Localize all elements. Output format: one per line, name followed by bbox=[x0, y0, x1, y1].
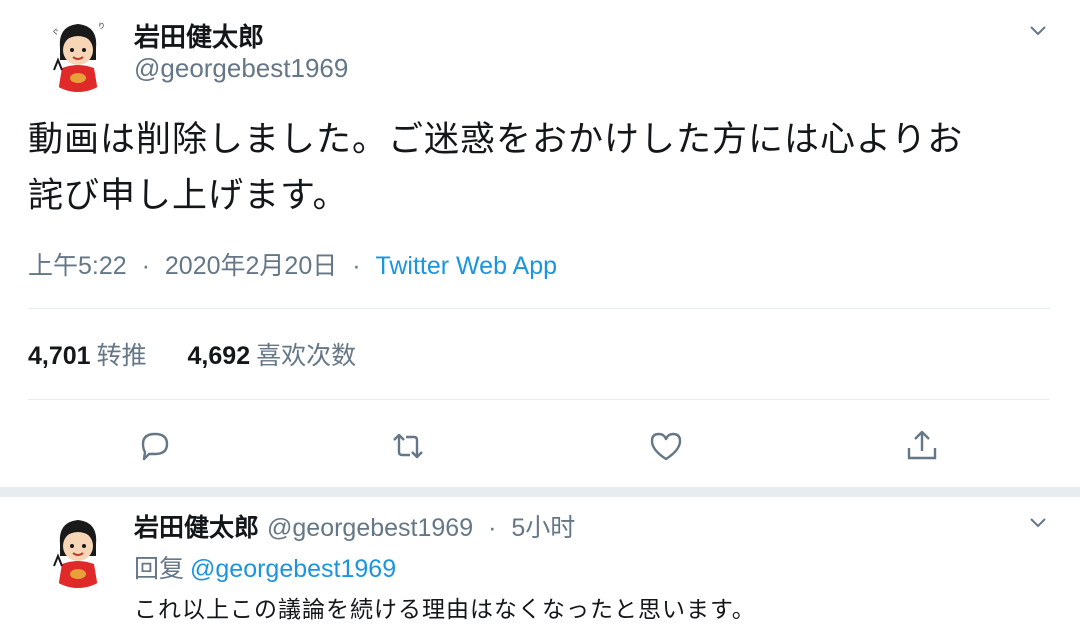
reply-time[interactable]: 5小时 bbox=[511, 514, 575, 542]
reply-header: 岩田健太郎 @georgebest1969 · 5小时 bbox=[134, 508, 575, 544]
main-tweet: ぐ り 岩田健太郎 @georgebest1969 動画は削除しました。ご迷惑を… bbox=[0, 0, 1080, 487]
separator-dot: · bbox=[352, 252, 361, 280]
tweet-text-line: 詫び申し上げます。 bbox=[28, 176, 349, 215]
divider bbox=[28, 308, 1050, 309]
replying-label: 回复 bbox=[134, 555, 185, 583]
retweets-count: 4,701 bbox=[28, 342, 91, 370]
likes-label: 喜欢次数 bbox=[256, 342, 357, 370]
user-handle[interactable]: @georgebest1969 bbox=[134, 53, 348, 84]
svg-text:り: り bbox=[98, 22, 105, 30]
tweet-separator bbox=[0, 487, 1080, 497]
mention-link[interactable]: @georgebest1969 bbox=[190, 555, 396, 583]
source-app-link[interactable]: Twitter Web App bbox=[375, 252, 557, 280]
separator-dot: · bbox=[488, 514, 497, 542]
tweet-meta: 上午5:22 · 2020年2月20日 · Twitter Web App bbox=[28, 246, 557, 282]
like-icon[interactable] bbox=[646, 426, 686, 466]
avatar-illustration: ぐ り bbox=[38, 12, 118, 92]
avatar[interactable] bbox=[38, 508, 118, 588]
chevron-down-icon[interactable] bbox=[1026, 510, 1050, 534]
avatar-illustration bbox=[38, 508, 118, 588]
replying-to: 回复 @georgebest1969 bbox=[134, 549, 396, 585]
tweet-text: 動画は削除しました。ご迷惑をおかけした方には心よりお 詫び申し上げます。 bbox=[28, 112, 1038, 224]
tweet-stats: 4,701 转推 4,692 喜欢次数 bbox=[28, 336, 390, 372]
share-icon[interactable] bbox=[902, 426, 942, 466]
retweets-stat[interactable]: 4,701 转推 bbox=[28, 342, 154, 370]
display-name[interactable]: 岩田健太郎 bbox=[134, 514, 259, 542]
tweet-text-line: 動画は削除しました。ご迷惑をおかけした方には心よりお bbox=[28, 120, 964, 159]
reply-text: これ以上この議論を続ける理由はなくなったと思います。 bbox=[134, 596, 756, 622]
tweet-time[interactable]: 上午5:22 bbox=[28, 252, 127, 280]
divider bbox=[28, 399, 1050, 400]
avatar[interactable]: ぐ り bbox=[38, 12, 118, 92]
retweets-label: 转推 bbox=[96, 342, 147, 370]
user-handle[interactable]: @georgebest1969 bbox=[267, 514, 473, 542]
tweet-date[interactable]: 2020年2月20日 bbox=[165, 252, 337, 280]
likes-stat[interactable]: 4,692 喜欢次数 bbox=[188, 342, 357, 370]
display-name[interactable]: 岩田健太郎 bbox=[134, 17, 264, 54]
reply-icon[interactable] bbox=[135, 426, 175, 466]
chevron-down-icon[interactable] bbox=[1026, 18, 1050, 42]
retweet-icon[interactable] bbox=[388, 426, 428, 466]
svg-text:ぐ: ぐ bbox=[52, 28, 59, 36]
likes-count: 4,692 bbox=[187, 342, 251, 370]
separator-dot: · bbox=[141, 252, 150, 280]
